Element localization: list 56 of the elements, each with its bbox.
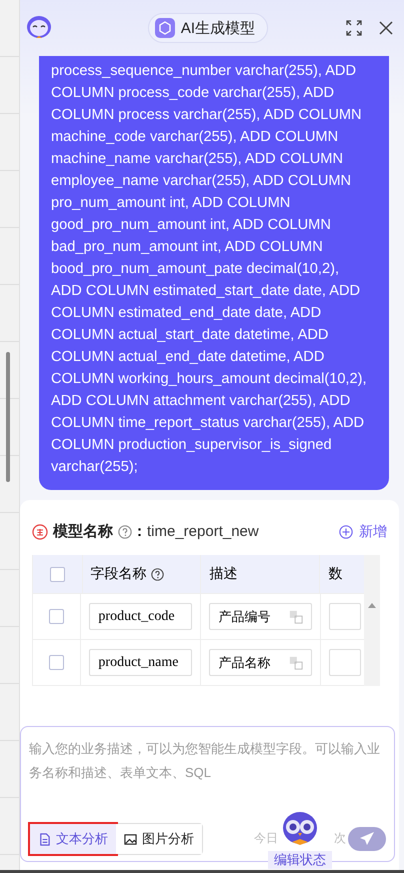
table-scrollbar[interactable] [364,555,380,686]
column-header: 数 [328,565,342,583]
message-line: COLUMN process_code varchar(255), ADD [51,84,336,103]
analysis-tab[interactable]: 图片分析 [116,824,202,854]
message-line: COLUMN estimated_end_date date, ADD [51,304,322,323]
message-line: pro_num_amount int, ADD COLUMN [51,194,292,213]
expand-icon[interactable] [346,20,362,36]
cube-icon [154,18,175,38]
message-line: COLUMN actual_end_date datetime, ADD [51,348,326,367]
model-name-label: 模型名称 [53,522,113,541]
image-icon [124,832,137,846]
model-name-value: time_report_new [147,523,259,540]
quota-text: 次 [334,830,346,847]
message-line: employee_name varchar(255), ADD COLUMN [51,172,352,191]
column-header: 描述 [209,565,238,583]
type-select[interactable] [329,649,362,676]
add-button[interactable]: 新增 [339,522,387,540]
field-name-input[interactable]: product_name [89,649,192,676]
row-checkbox[interactable] [49,609,64,624]
status-label: 编辑状态 [268,851,332,869]
close-icon[interactable] [378,20,394,36]
separator: : [137,523,142,540]
send-icon [359,831,375,847]
message-line: ADD COLUMN estimated_start_date date, ADD [51,282,362,301]
message-line: COLUMN actual_start_date datetime, ADD [51,326,330,345]
description-input[interactable]: 产品名称 [209,649,312,676]
field-name-input[interactable]: product_code [89,603,192,630]
message-line: machine_name varchar(255), ADD COLUMN [51,150,344,169]
message-line: ADD COLUMN attachment varchar(255), ADD [51,392,352,411]
message-line: COLUMN process varchar(255), ADD COLUMN [51,106,363,125]
message-line: bad_pro_num_amount int, ADD COLUMN [51,238,324,257]
message-line: good_pro_num_amount int, ADD COLUMN [51,216,332,235]
plus-icon [339,524,353,538]
message-line: COLUMN time_report_status varchar(255), ADD [51,414,366,433]
message-line: process_sequence_number varchar(255), ADD [51,62,358,81]
column-header: 字段名称 [90,565,146,583]
description-input[interactable]: 产品编号 [209,603,312,630]
message-line: varchar(255); [51,458,139,477]
message-line: COLUMN working_hours_amount decimal(10,2), [51,370,368,389]
window-title: AI生成模型 [180,18,256,38]
translate-icon[interactable] [289,656,304,670]
quota-text: 今日 [254,830,278,847]
type-select[interactable] [329,603,362,630]
translate-icon[interactable] [289,610,304,624]
document-icon [38,832,51,846]
send-button[interactable] [348,827,386,851]
required-icon [32,524,48,540]
scrollbar[interactable] [6,352,10,482]
message-line: bood_pro_num_amount_pate decimal(10,2), [51,260,340,279]
row-checkbox[interactable] [49,655,64,670]
message-line: COLUMN production_supervisor_is_signed [51,436,333,455]
analysis-tab[interactable]: 文本分析 [30,824,116,854]
help-icon[interactable] [150,568,164,580]
select-all-checkbox[interactable] [50,566,65,582]
placeholder-text: 输入您的业务描述，可以为您智能生成模型字段。可以输入业务名称和描述、表单文本、SQL [29,740,381,782]
message-line: machine_code varchar(255), ADD COLUMN [51,128,340,147]
